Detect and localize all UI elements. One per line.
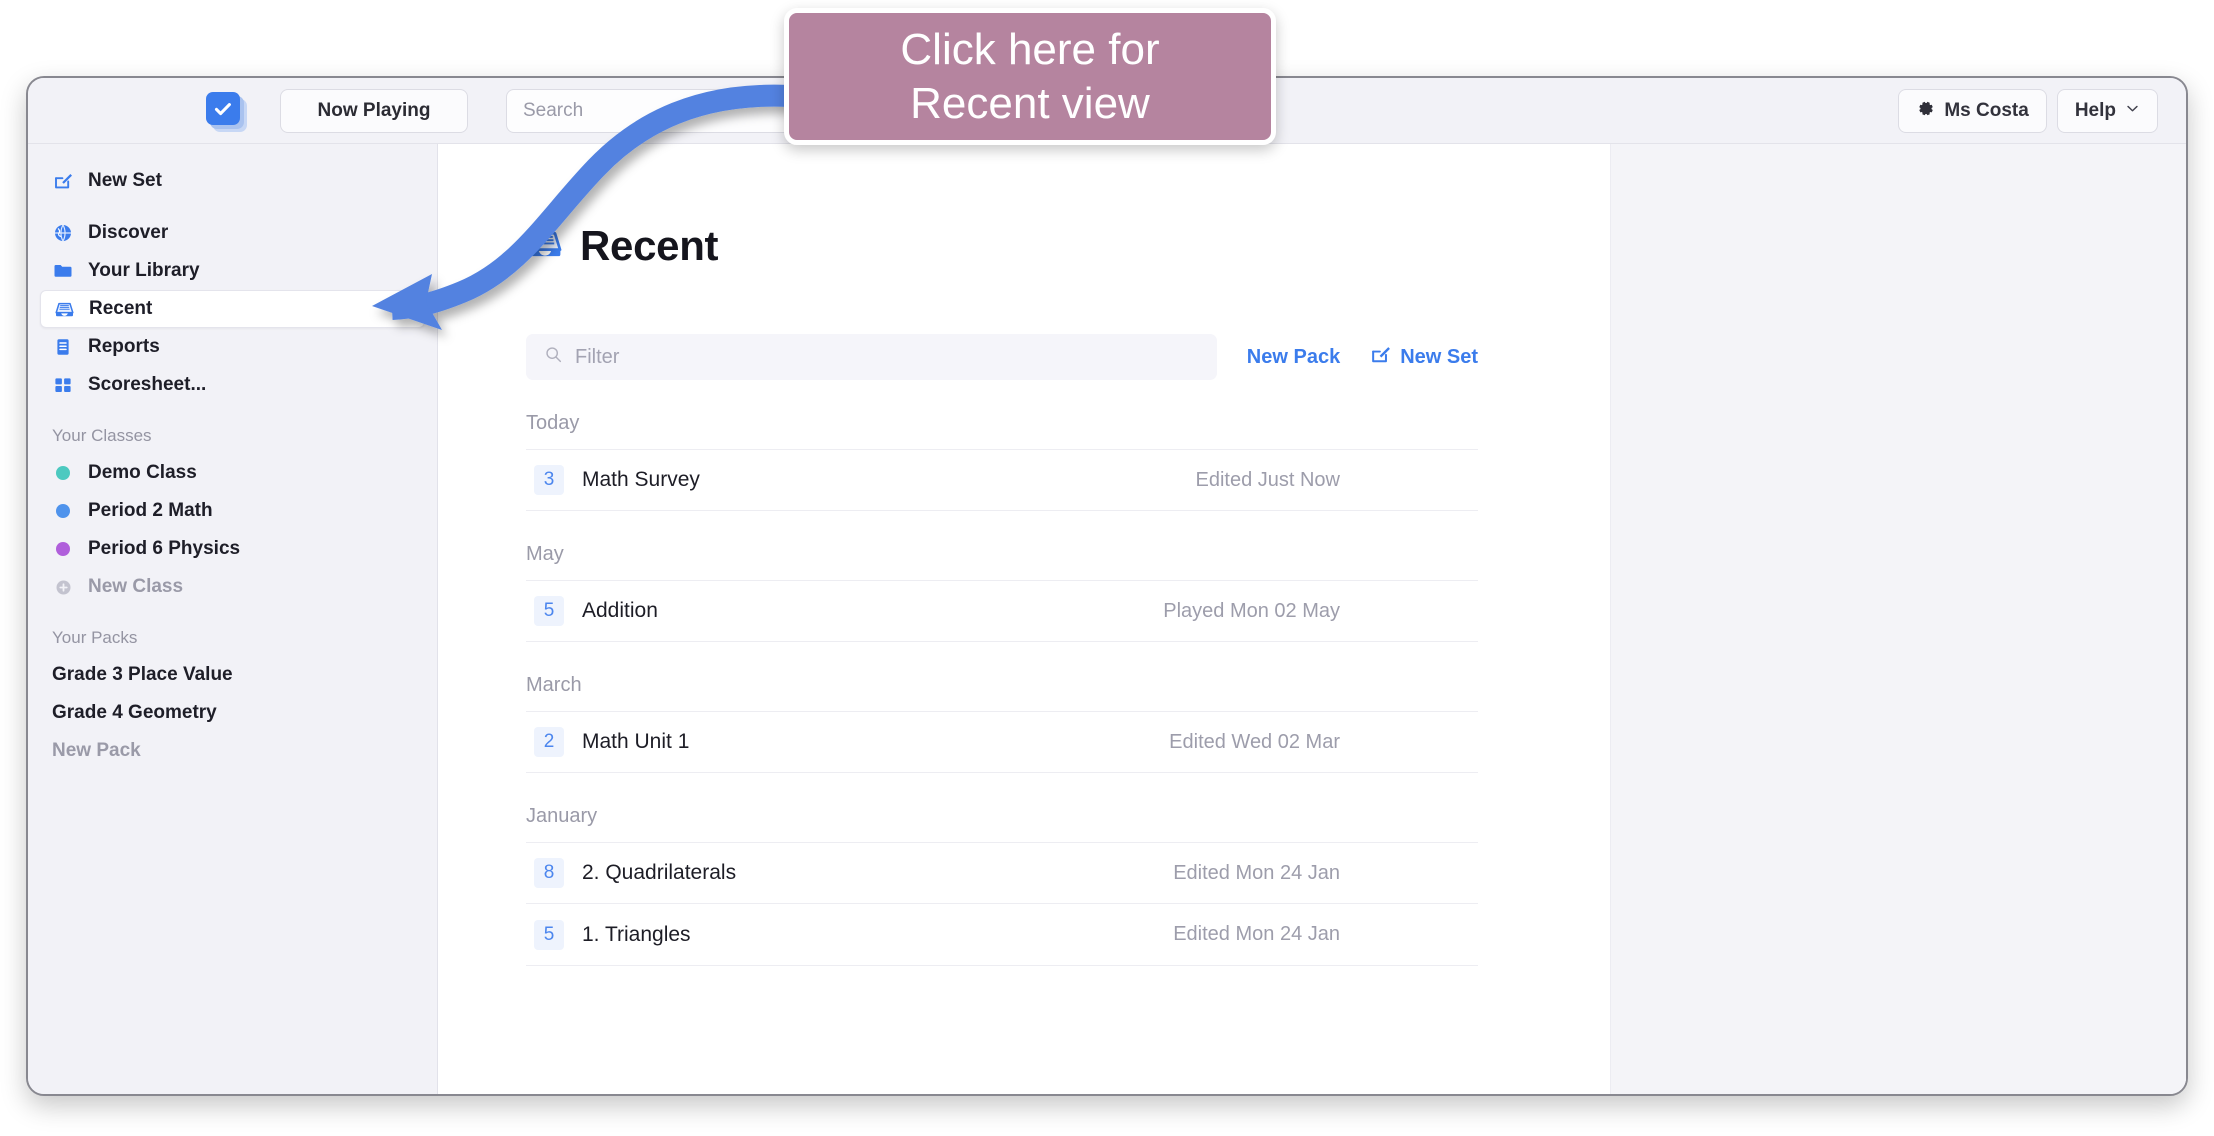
item-count-badge: 8 (534, 858, 564, 888)
pencil-square-icon (1370, 344, 1391, 371)
sidebar-item-period-6-physics[interactable]: Period 6 Physics (40, 530, 425, 568)
item-name: Addition (582, 599, 658, 622)
new-set-label: New Set (1400, 345, 1478, 368)
inbox-tray-icon (526, 225, 564, 268)
screenshot-root: Now Playing Ms Costa Help (0, 0, 2214, 1136)
item-name: Math Survey (582, 468, 700, 491)
callout-line-1: Click here for (900, 24, 1160, 74)
now-playing-button[interactable]: Now Playing (280, 89, 468, 133)
inbox-tray-icon (53, 298, 75, 320)
sidebar-item-demo-class[interactable]: Demo Class (40, 454, 425, 492)
table-row[interactable]: 8 2. Quadrilaterals Edited Mon 24 Jan (526, 842, 1478, 904)
class-color-dot (52, 462, 74, 484)
account-button[interactable]: Ms Costa (1898, 89, 2047, 133)
filter-row: New Pack New Set (526, 334, 1478, 380)
app-body: New Set Discover Your Library Recent Rep… (28, 144, 2186, 1094)
grid-icon (52, 374, 74, 396)
recent-groups: Today 3 Math Survey Edited Just Now May … (526, 412, 1478, 966)
class-color-dot (52, 500, 74, 522)
item-meta: Edited Mon 24 Jan (1173, 923, 1340, 945)
gear-icon (1916, 99, 1935, 124)
content-inner: Recent Filter New Pack New Set Today 3 M… (438, 144, 1610, 1094)
content-area: Recent Filter New Pack New Set Today 3 M… (438, 144, 2186, 1094)
table-row[interactable]: 5 1. Triangles Edited Mon 24 Jan (526, 904, 1478, 966)
sidebar-item-label: Grade 3 Place Value (52, 664, 233, 685)
document-list-icon (52, 336, 74, 358)
page-title-text: Recent (580, 222, 719, 269)
app-logo[interactable] (206, 92, 252, 132)
sidebar-item-discover[interactable]: Discover (40, 214, 425, 252)
account-label: Ms Costa (1944, 100, 2029, 121)
sidebar-item-label: Scoresheet... (88, 374, 207, 395)
sidebar-item-recent[interactable]: Recent (40, 290, 425, 328)
filter-input[interactable] (575, 345, 1199, 369)
pencil-square-icon (52, 170, 74, 192)
sidebar-item-label: Grade 4 Geometry (52, 702, 217, 723)
header-right-controls: Ms Costa Help (1898, 89, 2158, 133)
item-count-badge: 5 (534, 596, 564, 626)
search-icon (544, 345, 563, 369)
filter-field[interactable] (526, 334, 1217, 380)
table-row[interactable]: 3 Math Survey Edited Just Now (526, 449, 1478, 511)
sidebar-item-label: Recent (89, 298, 153, 319)
sidebar-item-reports[interactable]: Reports (40, 328, 425, 366)
class-color-dot (52, 538, 74, 560)
group-may: May 5 Addition Played Mon 02 May (526, 543, 1478, 642)
sidebar-item-label: Period 2 Math (88, 500, 213, 521)
sidebar-item-pack-grade-3-place-value[interactable]: Grade 3 Place Value (40, 656, 425, 694)
globe-icon (52, 222, 74, 244)
sidebar-item-period-2-math[interactable]: Period 2 Math (40, 492, 425, 530)
sidebar-item-new-pack[interactable]: New Pack (40, 732, 425, 770)
sidebar-item-label: Your Library (88, 260, 200, 281)
sidebar-item-label: Discover (88, 222, 169, 243)
item-meta: Edited Mon 24 Jan (1173, 861, 1340, 884)
item-name: 2. Quadrilaterals (582, 861, 737, 884)
callout-tooltip: Click here for Recent view (784, 8, 1276, 145)
item-name: Math Unit 1 (582, 730, 690, 753)
group-label: Today (526, 412, 580, 434)
item-count-badge: 2 (534, 727, 564, 757)
sidebar-heading-classes: Your Classes (52, 426, 152, 445)
table-row[interactable]: 5 Addition Played Mon 02 May (526, 580, 1478, 642)
sidebar-item-label: New Class (88, 576, 184, 597)
folder-icon (52, 260, 74, 282)
table-row[interactable]: 2 Math Unit 1 Edited Wed 02 Mar (526, 711, 1478, 773)
sidebar-item-pack-grade-4-geometry[interactable]: Grade 4 Geometry (40, 694, 425, 732)
item-meta: Edited Wed 02 Mar (1169, 730, 1340, 753)
app-window: Now Playing Ms Costa Help (26, 76, 2188, 1096)
plus-circle-icon (52, 576, 74, 598)
chevron-down-icon (2125, 100, 2140, 122)
sidebar-item-label: New Set (88, 170, 162, 191)
group-today: Today 3 Math Survey Edited Just Now (526, 412, 1478, 511)
sidebar-item-new-set[interactable]: New Set (40, 162, 425, 200)
sidebar-item-label: Period 6 Physics (88, 538, 241, 559)
item-name: 1. Triangles (582, 922, 691, 946)
sidebar-item-label: Demo Class (88, 462, 197, 483)
sidebar-item-new-class[interactable]: New Class (40, 568, 425, 606)
sidebar-item-scoresheet[interactable]: Scoresheet... (40, 366, 425, 404)
group-label: May (526, 543, 564, 565)
group-march: March 2 Math Unit 1 Edited Wed 02 Mar (526, 674, 1478, 773)
sidebar: New Set Discover Your Library Recent Rep… (28, 144, 438, 1094)
help-button[interactable]: Help (2056, 89, 2158, 133)
item-count-badge: 5 (534, 919, 564, 950)
new-pack-link[interactable]: New Pack (1247, 346, 1340, 369)
callout-line-2: Recent view (910, 78, 1150, 128)
group-january: January 8 2. Quadrilaterals Edited Mon 2… (526, 805, 1478, 966)
sidebar-heading-packs: Your Packs (52, 628, 138, 647)
sidebar-item-label: New Pack (52, 740, 141, 761)
group-label: March (526, 674, 582, 696)
group-label: January (526, 805, 598, 827)
right-gutter (1610, 144, 2186, 1094)
item-count-badge: 3 (534, 465, 564, 495)
item-meta: Edited Just Now (1195, 468, 1340, 491)
new-set-link[interactable]: New Set (1370, 344, 1478, 371)
sidebar-item-label: Reports (88, 336, 160, 357)
new-pack-label: New Pack (1246, 345, 1341, 368)
sidebar-item-your-library[interactable]: Your Library (40, 252, 425, 290)
help-label: Help (2074, 100, 2116, 121)
checkbox-stack-icon (206, 92, 240, 125)
item-meta: Played Mon 02 May (1163, 599, 1340, 622)
page-title: Recent (526, 222, 1610, 270)
